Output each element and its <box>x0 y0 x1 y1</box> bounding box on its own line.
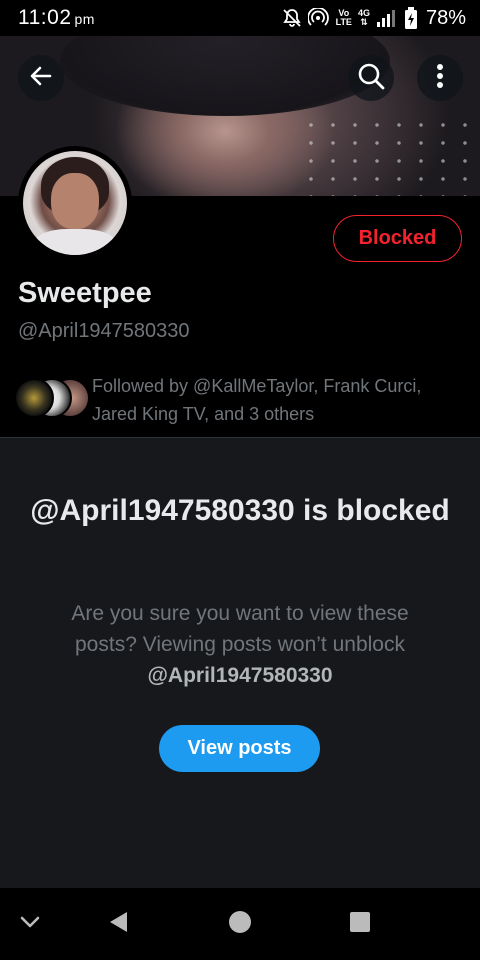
system-nav-bar <box>0 888 480 960</box>
profile-handle: @April1947580330 <box>18 320 190 342</box>
blocked-notice-title: @April1947580330 is blocked <box>30 494 450 527</box>
display-name: Sweetpee <box>18 277 152 309</box>
mute-bell-icon <box>282 8 302 28</box>
back-triangle-icon <box>107 910 129 939</box>
nav-collapse-button[interactable] <box>6 888 54 960</box>
network-4g-icon: 4G ⇅ <box>357 8 370 27</box>
recents-square-icon <box>349 911 371 938</box>
followed-by-row[interactable]: Followed by @KallMeTaylor, Frank Curci, … <box>14 372 470 428</box>
status-bar: 11:02 pm Vo LTE 4G ⇅ 78% <box>0 0 480 36</box>
profile-avatar[interactable] <box>18 146 132 260</box>
search-button[interactable] <box>348 55 394 101</box>
chevron-down-icon <box>19 915 41 934</box>
more-options-button[interactable] <box>417 55 463 101</box>
blocked-notice-panel: @April1947580330 is blocked Are you sure… <box>0 438 480 888</box>
follower-avatar <box>14 378 54 418</box>
blocked-notice-description: Are you sure you want to view these post… <box>71 602 409 687</box>
banner-photo-shade <box>60 36 390 116</box>
hotspot-icon <box>307 8 330 28</box>
status-icons: Vo LTE 4G ⇅ 78% <box>282 5 466 31</box>
back-arrow-icon <box>28 63 54 94</box>
back-button[interactable] <box>18 55 64 101</box>
view-posts-button[interactable]: View posts <box>159 725 320 772</box>
more-vertical-icon <box>436 63 444 94</box>
home-circle-icon <box>228 910 252 939</box>
battery-icon <box>404 7 418 29</box>
search-icon <box>357 62 385 95</box>
avatar-photo <box>23 151 127 255</box>
blocked-button[interactable]: Blocked <box>333 215 462 262</box>
status-time: 11:02 pm <box>18 6 95 29</box>
battery-percent: 78% <box>425 6 466 29</box>
nav-home-button[interactable] <box>216 888 264 960</box>
blocked-notice-handle: @April1947580330 <box>147 664 333 687</box>
nav-back-button[interactable] <box>94 888 142 960</box>
nav-recents-button[interactable] <box>336 888 384 960</box>
signal-icon <box>376 8 398 28</box>
volte-icon: Vo LTE <box>335 8 352 27</box>
follower-avatars <box>14 378 90 418</box>
banner-photo-pattern <box>300 116 480 196</box>
followed-by-text: Followed by @KallMeTaylor, Frank Curci, … <box>92 376 422 424</box>
